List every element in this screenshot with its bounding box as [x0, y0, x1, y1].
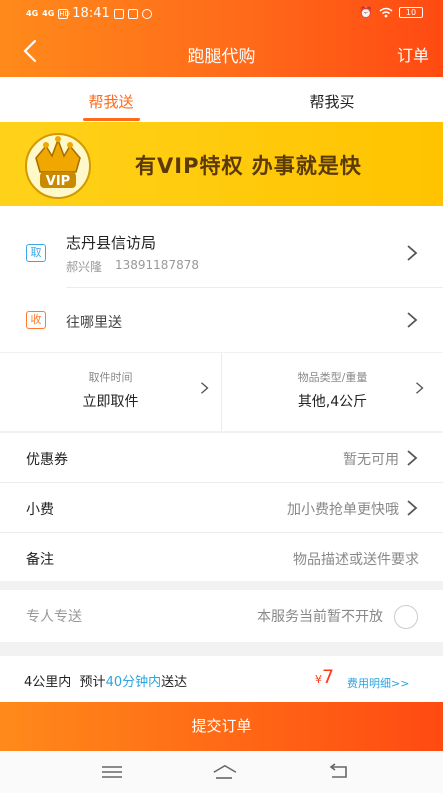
dedicated-toggle[interactable] [394, 605, 418, 629]
pickup-phone: 13891187878 [115, 258, 199, 272]
page-title: 跑腿代购 [187, 47, 256, 67]
coupon-label: 优惠券 [26, 452, 68, 468]
chevron-right-icon [407, 450, 418, 466]
vip-crown-label: VIP [46, 174, 70, 189]
back-icon[interactable] [326, 763, 350, 781]
dedicated-label: 专人专送 [26, 609, 82, 625]
address-card: 取 志丹县信访局 郝兴隆 13891187878 收 往哪里送 [0, 206, 443, 352]
network-indicator-2: 4G [42, 8, 55, 18]
wifi-icon [379, 7, 393, 18]
delivery-address-row[interactable]: 收 往哪里送 [0, 288, 443, 352]
chevron-right-icon [407, 312, 418, 328]
message-icon [113, 8, 124, 19]
vip-banner[interactable]: VIP 有VIP特权 办事就是快 [0, 122, 443, 206]
submit-order-button[interactable]: 提交订单 [0, 702, 443, 751]
estimate-time: 40分钟内 [105, 675, 162, 690]
vip-crown-icon: VIP [25, 133, 91, 199]
chevron-right-icon [407, 245, 418, 261]
order-summary: 4公里内 预计40分钟内送达 ¥7 费用明细>> [0, 656, 443, 702]
tab-bar: 帮我送 帮我买 [0, 77, 443, 122]
tip-label: 小费 [26, 502, 54, 518]
alarm-icon: ⏰ [359, 6, 373, 19]
item-type-selector[interactable]: 物品类型/重量 其他,4公斤 [222, 353, 443, 431]
clock: 18:41 [72, 6, 110, 21]
coupon-value: 暂无可用 [343, 452, 399, 468]
orders-link[interactable]: 订单 [397, 42, 429, 66]
remark-input[interactable]: 物品描述或送件要求 [293, 549, 419, 569]
dedicated-status: 本服务当前暂不开放 [257, 609, 383, 625]
tab-help-buy[interactable]: 帮我买 [272, 91, 392, 112]
item-type-value: 其他,4公斤 [297, 394, 368, 410]
app-notification-icon [141, 8, 152, 19]
header: 4G 4G HD 18:41 ⏰ 10 跑腿代购 订单 [0, 0, 443, 77]
network-indicator-1: 4G [26, 8, 39, 18]
distance-text: 4公里内 [24, 675, 72, 690]
mail-icon [127, 8, 138, 19]
chevron-right-icon [407, 500, 418, 516]
currency-symbol: ¥ [315, 673, 322, 686]
tab-help-send[interactable]: 帮我送 [51, 91, 171, 112]
pickup-time-selector[interactable]: 取件时间 立即取件 [0, 353, 221, 431]
menu-icon[interactable] [100, 763, 124, 781]
fee-details-link[interactable]: 费用明细>> [347, 675, 409, 691]
chevron-right-icon [201, 382, 209, 394]
remark-label: 备注 [26, 552, 54, 568]
pickup-address-row[interactable]: 取 志丹县信访局 郝兴隆 13891187878 [0, 206, 443, 286]
pickup-name: 志丹县信访局 [66, 234, 157, 252]
pickup-tag: 取 [26, 244, 46, 262]
price-value: 7 [322, 666, 335, 688]
tip-value: 加小费抢单更快哦 [287, 502, 399, 518]
delivery-estimate: 4公里内 预计40分钟内送达 [24, 671, 187, 690]
home-icon[interactable] [210, 763, 238, 781]
remark-row[interactable]: 备注 物品描述或送件要求 [0, 533, 443, 581]
pickup-contact: 郝兴隆 [66, 260, 103, 274]
estimate-suffix: 送达 [161, 675, 188, 690]
chevron-right-icon [416, 382, 424, 394]
estimate-prefix: 预计 [79, 675, 106, 690]
system-nav-bar [0, 751, 443, 793]
battery-icon: 10 [399, 7, 423, 18]
price: ¥7 [315, 666, 334, 688]
status-bar: 4G 4G HD 18:41 ⏰ 10 [0, 0, 443, 26]
time-item-card: 取件时间 立即取件 物品类型/重量 其他,4公斤 [0, 353, 443, 431]
dedicated-row: 专人专送 本服务当前暂不开放 [0, 590, 443, 642]
pickup-time-value: 立即取件 [82, 394, 139, 410]
banner-slogan: 有VIP特权 办事就是快 [135, 154, 362, 178]
options-card: 优惠券 暂无可用 小费 加小费抢单更快哦 备注 物品描述或送件要求 [0, 433, 443, 581]
nav-bar: 跑腿代购 订单 [0, 30, 443, 74]
hd-badge: HD [58, 8, 70, 19]
delivery-tag: 收 [26, 311, 46, 329]
coupon-row[interactable]: 优惠券 暂无可用 [0, 433, 443, 483]
delivery-placeholder: 往哪里送 [66, 315, 122, 331]
active-tab-indicator [83, 118, 140, 121]
pickup-time-label: 取件时间 [88, 371, 133, 384]
dedicated-card: 专人专送 本服务当前暂不开放 [0, 590, 443, 642]
tip-row[interactable]: 小费 加小费抢单更快哦 [0, 483, 443, 533]
item-type-label: 物品类型/重量 [297, 371, 368, 384]
